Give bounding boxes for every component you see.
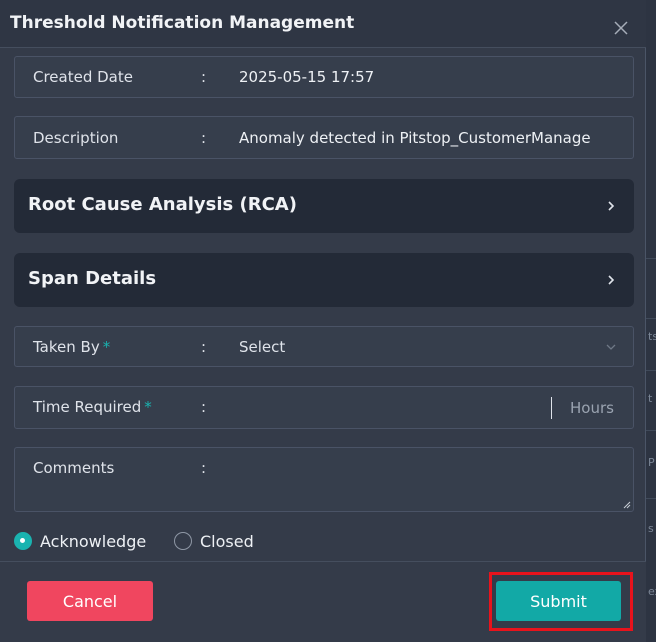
comments-row: Comments : <box>14 447 634 512</box>
input-divider <box>551 397 552 419</box>
span-details-title: Span Details <box>28 268 157 289</box>
close-button[interactable] <box>614 21 632 39</box>
field-separator: : <box>201 398 207 416</box>
required-asterisk: * <box>144 398 152 416</box>
chevron-right-icon <box>608 201 615 211</box>
background-divider <box>646 370 656 371</box>
radio-acknowledge[interactable]: Acknowledge <box>14 531 146 551</box>
chevron-right-icon <box>608 275 615 285</box>
taken-by-select[interactable]: Select <box>239 327 617 367</box>
background-page <box>646 0 656 642</box>
radio-acknowledge-label: Acknowledge <box>40 531 147 551</box>
created-date-row: Created Date : 2025-05-15 17:57 <box>14 56 634 98</box>
taken-by-row: Taken By * : Select <box>14 326 634 367</box>
time-required-row: Time Required * : Hours <box>14 386 634 429</box>
background-text: ex <box>648 585 656 598</box>
radio-closed[interactable]: Closed <box>174 531 254 551</box>
background-text: t <box>648 392 653 405</box>
comments-textarea[interactable] <box>239 454 629 507</box>
radio-closed-label: Closed <box>200 531 254 551</box>
comments-label: Comments <box>33 459 115 477</box>
field-separator: : <box>201 129 207 147</box>
description-label: Description <box>33 129 119 147</box>
background-divider <box>646 258 656 259</box>
created-date-value: 2025-05-15 17:57 <box>239 68 375 86</box>
taken-by-selected-value: Select <box>239 338 286 356</box>
time-required-input[interactable] <box>239 387 551 427</box>
rca-accordion-title: Root Cause Analysis (RCA) <box>28 194 297 215</box>
field-separator: : <box>201 338 207 356</box>
background-text: P <box>648 456 655 469</box>
notification-modal: Threshold Notification Management Create… <box>0 0 646 642</box>
description-row: Description : Anomaly detected in Pitsto… <box>14 116 634 159</box>
background-divider <box>646 318 656 319</box>
radio-checked-indicator <box>14 532 32 550</box>
taken-by-label-text: Taken By <box>33 338 100 356</box>
time-required-label: Time Required * <box>33 398 152 416</box>
created-date-label: Created Date <box>33 68 133 86</box>
field-separator: : <box>201 68 207 86</box>
radio-unchecked-indicator <box>174 532 192 550</box>
field-separator: : <box>201 459 207 477</box>
chevron-down-icon <box>606 344 616 350</box>
resize-grip-icon[interactable] <box>622 500 631 509</box>
close-icon <box>614 21 628 35</box>
modal-title: Threshold Notification Management <box>10 13 355 33</box>
taken-by-label: Taken By * <box>33 338 110 356</box>
rca-accordion[interactable]: Root Cause Analysis (RCA) <box>14 179 634 233</box>
submit-button[interactable]: Submit <box>496 581 621 621</box>
background-divider <box>646 430 656 431</box>
time-required-label-text: Time Required <box>33 398 142 416</box>
span-details-accordion[interactable]: Span Details <box>14 253 634 307</box>
background-text: ts <box>648 330 656 343</box>
cancel-button[interactable]: Cancel <box>27 581 153 621</box>
required-asterisk: * <box>102 338 111 356</box>
background-divider <box>646 498 656 499</box>
background-text: s <box>648 522 654 535</box>
description-value: Anomaly detected in Pitstop_CustomerMana… <box>239 129 591 147</box>
modal-footer: Cancel Submit <box>0 561 646 642</box>
hours-unit-label: Hours <box>570 399 614 417</box>
modal-header: Threshold Notification Management <box>0 0 646 48</box>
